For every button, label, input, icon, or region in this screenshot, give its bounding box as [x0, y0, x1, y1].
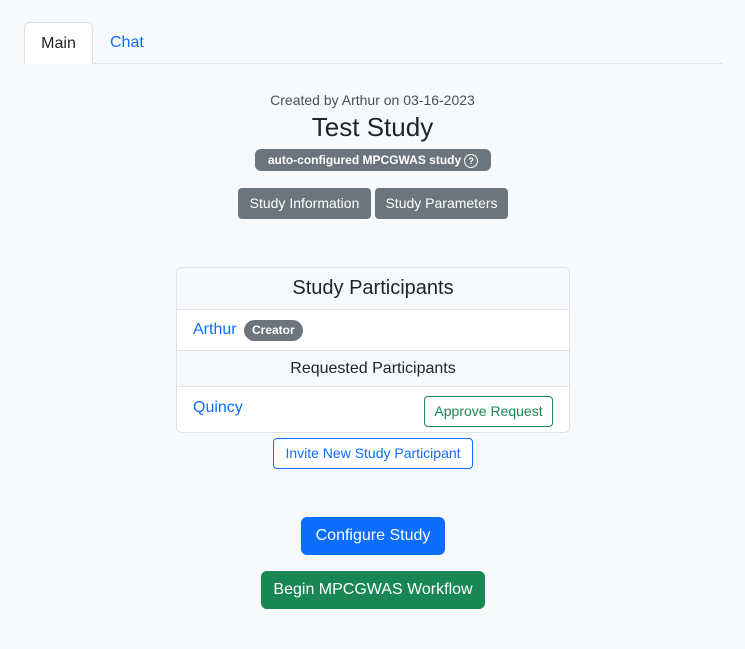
participant-row: Arthur Creator: [177, 310, 569, 351]
page-title: Test Study: [311, 112, 434, 142]
study-information-button[interactable]: Study Information: [238, 188, 371, 219]
participant-name-link[interactable]: Arthur: [193, 321, 237, 339]
study-type-badge: auto-configured MPCGWAS study?: [255, 149, 491, 171]
approve-request-button[interactable]: Approve Request: [424, 396, 553, 427]
participants-heading: Study Participants: [177, 268, 569, 310]
study-parameters-button[interactable]: Study Parameters: [375, 188, 508, 219]
tab-main[interactable]: Main: [24, 22, 93, 64]
created-info: Created by Arthur on 03-16-2023: [270, 92, 475, 108]
requested-participant-row: Quincy Approve Request: [177, 387, 569, 432]
tab-bar: Main Chat: [24, 22, 722, 64]
requested-participant-name-link[interactable]: Quincy: [193, 399, 243, 417]
study-type-label: auto-configured MPCGWAS study: [267, 153, 462, 167]
question-circle-icon[interactable]: ?: [464, 153, 479, 168]
begin-workflow-button[interactable]: Begin MPCGWAS Workflow: [261, 571, 485, 609]
invite-participant-button[interactable]: Invite New Study Participant: [273, 438, 473, 469]
creator-badge: Creator: [244, 320, 303, 341]
requested-participants-heading: Requested Participants: [177, 351, 569, 387]
participants-card: Study Participants Arthur Creator Reques…: [176, 267, 570, 433]
tab-chat[interactable]: Chat: [94, 22, 160, 63]
configure-study-button[interactable]: Configure Study: [301, 517, 445, 555]
